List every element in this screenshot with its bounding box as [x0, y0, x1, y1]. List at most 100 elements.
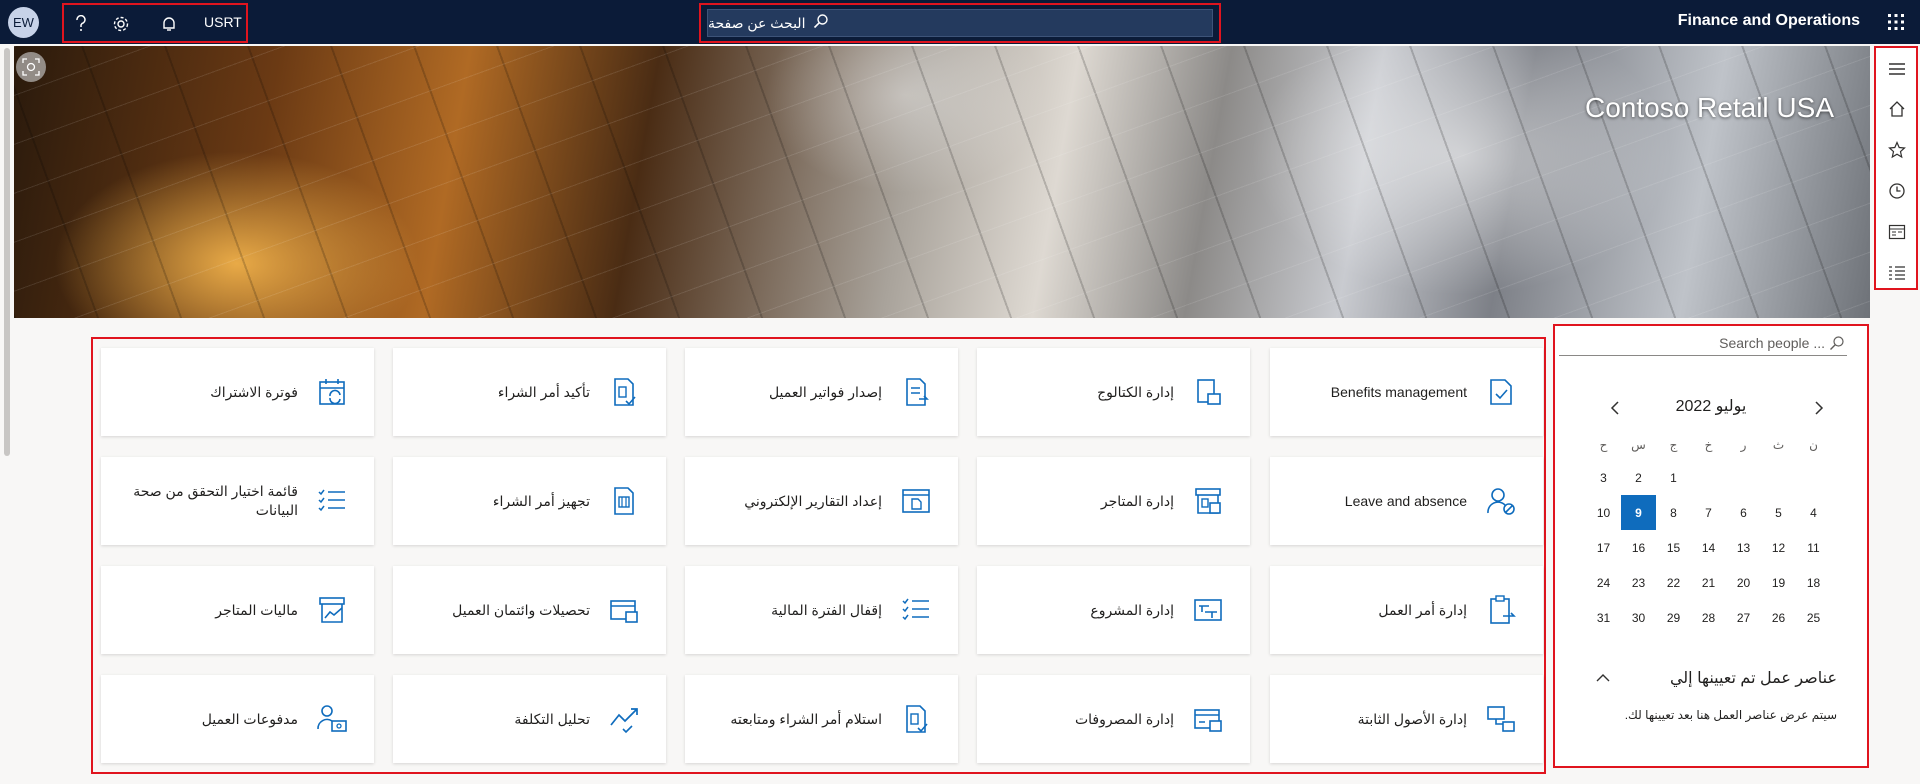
calendar-day[interactable]: 8: [1656, 495, 1691, 530]
hamburger-menu-icon[interactable]: [1886, 58, 1908, 80]
calendar-day[interactable]: 18: [1796, 565, 1831, 600]
navigation-rail: [1874, 46, 1918, 290]
calendar-day[interactable]: 13: [1726, 530, 1761, 565]
workspace-tile[interactable]: فوترة الاشتراك: [101, 348, 374, 436]
workspace-tile-label: إعداد التقارير الإلكتروني: [744, 492, 882, 509]
calendar-day[interactable]: 27: [1726, 600, 1761, 635]
calendar-day[interactable]: 20: [1726, 565, 1761, 600]
calendar-day[interactable]: 29: [1656, 600, 1691, 635]
workspace-tile[interactable]: إدارة المشروع: [977, 566, 1250, 654]
subscription-billing-icon: [316, 376, 348, 408]
calendar-day[interactable]: 6: [1726, 495, 1761, 530]
workspace-tile-label: إدارة المصروفات: [1074, 710, 1174, 727]
workspace-tile[interactable]: تأكيد أمر الشراء: [393, 348, 666, 436]
calendar-empty-cell: [1691, 460, 1726, 495]
workspace-tile-label: Benefits management: [1330, 383, 1467, 400]
calendar-weekday: خ: [1704, 438, 1713, 452]
company-selector[interactable]: USRT: [204, 14, 242, 30]
calendar-next-month-icon[interactable]: [1607, 400, 1623, 416]
calendar-day[interactable]: 26: [1761, 600, 1796, 635]
calendar-day[interactable]: 9: [1621, 495, 1656, 530]
calendar-day[interactable]: 25: [1796, 600, 1831, 635]
workspace-tile[interactable]: قائمة اختيار التحقق من صحة البيانات: [101, 457, 374, 545]
modules-list-icon[interactable]: [1886, 262, 1908, 284]
calendar-week-row: 123: [1583, 460, 1831, 495]
work-items-empty-message: سيتم عرض عناصر العمل هنا بعد تعيينها لك.: [1624, 708, 1837, 722]
calendar-day[interactable]: 23: [1621, 565, 1656, 600]
workspace-tile-label: إدارة أمر العمل: [1378, 601, 1467, 618]
project-icon: [1192, 594, 1224, 626]
calendar-weekday: س: [1631, 438, 1646, 452]
workspace-tile[interactable]: استلام أمر الشراء ومتابعته: [685, 675, 958, 763]
workspaces-icon[interactable]: [1886, 221, 1908, 243]
calendar-day[interactable]: 17: [1586, 530, 1621, 565]
store-management-icon: [1192, 485, 1224, 517]
home-icon[interactable]: [1886, 98, 1908, 120]
star-favorites-icon[interactable]: [1886, 139, 1908, 161]
workspace-tile[interactable]: إدارة أمر العمل: [1270, 566, 1543, 654]
calendar-empty-cell: [1726, 460, 1761, 495]
calendar-day[interactable]: 14: [1691, 530, 1726, 565]
period-close-icon: [900, 594, 932, 626]
gear-icon[interactable]: [110, 13, 132, 35]
workspace-tile[interactable]: تحصيلات وائتمان العميل: [393, 566, 666, 654]
workspace-tile[interactable]: ماليات المتاجر: [101, 566, 374, 654]
calendar-day[interactable]: 7: [1691, 495, 1726, 530]
calendar-day[interactable]: 2: [1621, 460, 1656, 495]
calendar-day[interactable]: 10: [1586, 495, 1621, 530]
calendar-day[interactable]: 22: [1656, 565, 1691, 600]
chevron-up-icon[interactable]: [1595, 670, 1611, 686]
workspace-tile[interactable]: إصدار فواتير العميل: [685, 348, 958, 436]
catalog-icon: [1192, 376, 1224, 408]
leave-icon: [1485, 485, 1517, 517]
calendar-day[interactable]: 24: [1586, 565, 1621, 600]
store-financials-icon: [316, 594, 348, 626]
user-avatar[interactable]: EW: [8, 7, 39, 38]
calendar-week-row: 18 19 20 21 22 23 24: [1583, 565, 1831, 600]
work-items-title: عناصر عمل تم تعيينها إلي: [1669, 670, 1837, 687]
workspace-tile[interactable]: مدفوعات العميل: [101, 675, 374, 763]
workspace-tile-label: مدفوعات العميل: [201, 710, 298, 727]
calendar-day[interactable]: 28: [1691, 600, 1726, 635]
workspace-tile[interactable]: تحليل التكلفة: [393, 675, 666, 763]
dashboard-banner-image: [14, 46, 1870, 318]
calendar-week-row: 4 5 6 7 8 9 10: [1583, 495, 1831, 530]
calendar-day[interactable]: 30: [1621, 600, 1656, 635]
page-scrollbar[interactable]: [4, 48, 10, 456]
page-search-input[interactable]: البحث عن صفحة: [707, 9, 1213, 37]
calendar-day[interactable]: 15: [1656, 530, 1691, 565]
workspace-tile[interactable]: إدارة الأصول الثابتة: [1270, 675, 1543, 763]
workspace-tile-label: استلام أمر الشراء ومتابعته: [730, 710, 882, 727]
calendar-day[interactable]: 3: [1586, 460, 1621, 495]
help-icon[interactable]: [70, 13, 92, 35]
calendar-day[interactable]: 11: [1796, 530, 1831, 565]
calendar-day[interactable]: 21: [1691, 565, 1726, 600]
cost-analysis-icon: [608, 703, 640, 735]
change-banner-image-icon[interactable]: [16, 52, 46, 82]
people-search-input[interactable]: Search people ...: [1559, 330, 1847, 356]
clock-recent-icon[interactable]: [1886, 180, 1908, 202]
calendar-day[interactable]: 12: [1761, 530, 1796, 565]
calendar-weekday: ج: [1669, 438, 1678, 452]
workspace-tile[interactable]: إقفال الفترة المالية: [685, 566, 958, 654]
calendar-day[interactable]: 5: [1761, 495, 1796, 530]
workspace-tile[interactable]: إدارة المتاجر: [977, 457, 1250, 545]
app-title: Finance and Operations: [1677, 12, 1860, 29]
workspace-tile-label: إدارة المشروع: [1090, 601, 1174, 618]
workspace-tile[interactable]: Benefits management: [1270, 348, 1543, 436]
bell-icon[interactable]: [158, 13, 180, 35]
workspace-tile[interactable]: Leave and absence: [1270, 457, 1543, 545]
workspace-tile[interactable]: إعداد التقارير الإلكتروني: [685, 457, 958, 545]
workspace-tile[interactable]: إدارة المصروفات: [977, 675, 1250, 763]
calendar-day[interactable]: 1: [1656, 460, 1691, 495]
calendar-day[interactable]: 31: [1586, 600, 1621, 635]
calendar-month-label: يوليو 2022: [1675, 398, 1747, 415]
app-launcher-icon[interactable]: [1886, 12, 1906, 32]
workspace-tile-label: تحصيلات وائتمان العميل: [452, 601, 590, 618]
calendar-weekday-row: نثرخجسح: [1583, 430, 1831, 460]
calendar-day[interactable]: 16: [1621, 530, 1656, 565]
workspace-tile[interactable]: إدارة الكتالوج: [977, 348, 1250, 436]
calendar-day[interactable]: 19: [1761, 565, 1796, 600]
workspace-tile[interactable]: تجهيز أمر الشراء: [393, 457, 666, 545]
calendar-day[interactable]: 4: [1796, 495, 1831, 530]
